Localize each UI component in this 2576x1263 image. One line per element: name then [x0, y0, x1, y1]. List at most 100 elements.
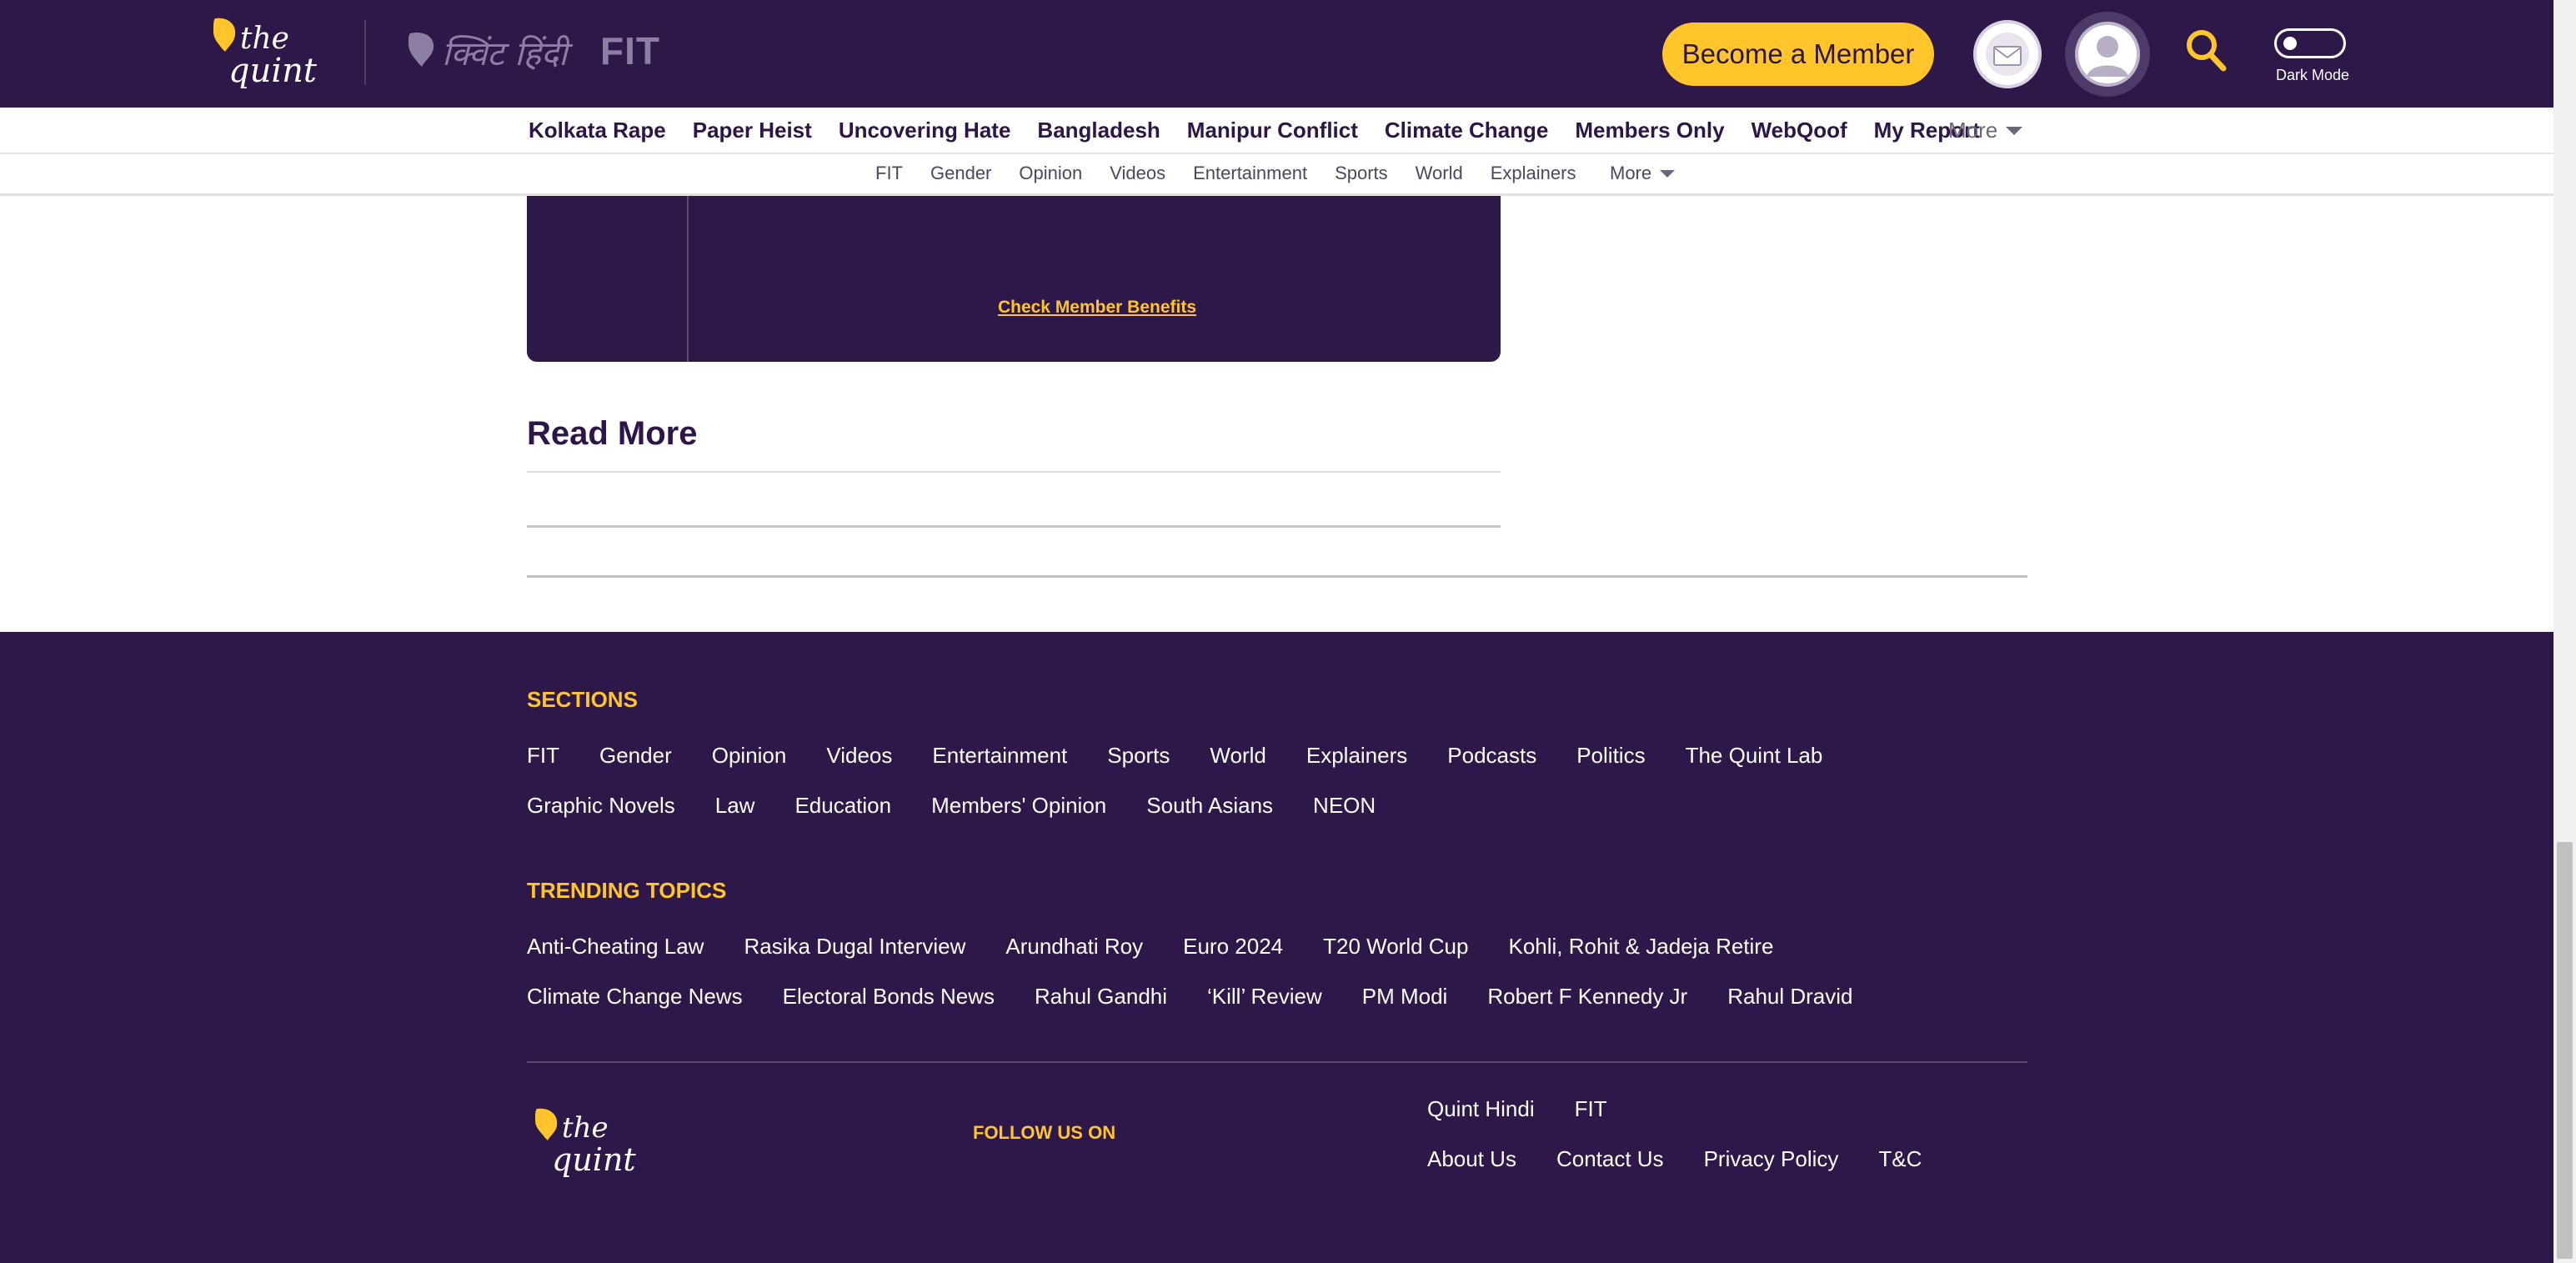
- footer-links-row-2: About Us Contact Us Privacy Policy T&C: [1427, 1146, 1962, 1172]
- trending-topic-link[interactable]: Arundhati Roy: [1005, 934, 1143, 960]
- search-icon: [2187, 30, 2227, 72]
- nav-item-uncovering-hate[interactable]: Uncovering Hate: [839, 118, 1011, 143]
- footer-section-link[interactable]: Opinion: [712, 743, 787, 769]
- footer-the-quint-logo[interactable]: the quint: [534, 1107, 650, 1178]
- svg-text:the: the: [240, 22, 289, 56]
- nav-item-manipur-conflict[interactable]: Manipur Conflict: [1187, 118, 1358, 143]
- footer-link-privacy-policy[interactable]: Privacy Policy: [1704, 1146, 1839, 1172]
- primary-nav: Kolkata Rape Paper Heist Uncovering Hate…: [0, 108, 2553, 154]
- trending-row-1: Anti-Cheating Law Rasika Dugal Interview…: [527, 934, 1813, 960]
- footer-section-link[interactable]: Sports: [1107, 743, 1170, 769]
- fit-logo[interactable]: FIT: [600, 28, 660, 73]
- the-quint-logo[interactable]: the quint: [208, 15, 333, 90]
- trending-topic-link[interactable]: Anti-Cheating Law: [527, 934, 704, 960]
- footer-section-link[interactable]: Entertainment: [932, 743, 1067, 769]
- scrollbar-thumb[interactable]: [2557, 842, 2573, 1259]
- trending-row-2: Climate Change News Electoral Bonds News…: [527, 984, 1893, 1010]
- sections-row-1: FIT Gender Opinion Videos Entertainment …: [527, 743, 1862, 769]
- footer-section-link[interactable]: Videos: [826, 743, 892, 769]
- footer-section-link[interactable]: South Asians: [1146, 793, 1273, 819]
- mail-icon: [1986, 33, 2029, 76]
- subnav-item-opinion[interactable]: Opinion: [1019, 163, 1082, 184]
- footer-divider: [527, 1061, 2027, 1063]
- trending-topic-link[interactable]: Rasika Dugal Interview: [744, 934, 965, 960]
- subnav-item-sports[interactable]: Sports: [1335, 163, 1388, 184]
- secondary-nav-more[interactable]: More: [1610, 163, 1676, 184]
- trending-topic-link[interactable]: Robert F Kennedy Jr: [1487, 984, 1687, 1010]
- footer-section-link[interactable]: Explainers: [1306, 743, 1407, 769]
- nav-item-paper-heist[interactable]: Paper Heist: [693, 118, 812, 143]
- nav-item-climate-change[interactable]: Climate Change: [1385, 118, 1549, 143]
- trending-topic-link[interactable]: ‘Kill’ Review: [1207, 984, 1322, 1010]
- footer-section-link[interactable]: Law: [715, 793, 755, 819]
- hindi-logo-mark-icon: [408, 32, 434, 67]
- footer-section-link[interactable]: Politics: [1576, 743, 1645, 769]
- chevron-down-icon: [2006, 126, 2023, 135]
- secondary-nav: FIT Gender Opinion Videos Entertainment …: [0, 156, 2553, 196]
- member-benefits-link-wrap: Check Member Benefits: [527, 298, 1501, 318]
- subnav-item-explainers[interactable]: Explainers: [1491, 163, 1576, 184]
- primary-nav-more[interactable]: More: [1948, 118, 2023, 143]
- trending-topic-link[interactable]: Electoral Bonds News: [783, 984, 995, 1010]
- toggle-icon: [2283, 37, 2297, 50]
- footer-link-about-us[interactable]: About Us: [1427, 1146, 1516, 1172]
- dark-mode-label: Dark Mode: [2275, 67, 2350, 83]
- footer-section-link[interactable]: World: [1210, 743, 1265, 769]
- trending-topic-link[interactable]: Rahul Gandhi: [1035, 984, 1167, 1010]
- footer-section-link[interactable]: Education: [794, 793, 891, 819]
- dark-mode-toggle[interactable]: [2274, 28, 2346, 58]
- footer-section-link[interactable]: FIT: [527, 743, 559, 769]
- sections-row-2: Graphic Novels Law Education Members' Op…: [527, 793, 1416, 819]
- trending-topics-heading: TRENDING TOPICS: [527, 878, 727, 903]
- trending-topic-link[interactable]: Kohli, Rohit & Jadeja Retire: [1508, 934, 1773, 960]
- footer-section-link[interactable]: NEON: [1313, 793, 1376, 819]
- search-button[interactable]: [2183, 27, 2228, 75]
- footer-section-link[interactable]: Members' Opinion: [931, 793, 1106, 819]
- footer-section-link[interactable]: The Quint Lab: [1686, 743, 1823, 769]
- trending-topic-link[interactable]: Rahul Dravid: [1727, 984, 1852, 1010]
- footer-section-link[interactable]: Podcasts: [1447, 743, 1536, 769]
- footer-link-quint-hindi[interactable]: Quint Hindi: [1427, 1096, 1535, 1122]
- quint-hindi-logo[interactable]: क्विंट हिंदी: [407, 27, 567, 77]
- chevron-down-icon: [1660, 169, 1676, 178]
- sections-heading: SECTIONS: [527, 687, 638, 712]
- footer-link-terms[interactable]: T&C: [1878, 1146, 1922, 1172]
- avatar-icon: [2075, 22, 2140, 87]
- trending-topic-link[interactable]: Euro 2024: [1183, 934, 1283, 960]
- become-member-button[interactable]: Become a Member: [1662, 23, 1934, 86]
- trending-topic-link[interactable]: PM Modi: [1362, 984, 1448, 1010]
- secondary-nav-items: FIT Gender Opinion Videos Entertainment …: [875, 163, 1603, 184]
- footer-section-link[interactable]: Gender: [599, 743, 672, 769]
- nav-item-members-only[interactable]: Members Only: [1575, 118, 1724, 143]
- svg-text:quint: quint: [228, 52, 318, 88]
- newsletter-button[interactable]: [1973, 20, 2042, 88]
- trending-topic-link[interactable]: Climate Change News: [527, 984, 743, 1010]
- primary-nav-more-label: More: [1948, 118, 1998, 143]
- primary-nav-items: Kolkata Rape Paper Heist Uncovering Hate…: [529, 118, 2007, 143]
- footer-links-row-1: Quint Hindi FIT: [1427, 1096, 1647, 1122]
- top-header: the quint क्विंट हिंदी FIT Become a Memb…: [0, 0, 2553, 108]
- svg-text:quint: quint: [552, 1141, 636, 1177]
- subnav-item-gender[interactable]: Gender: [930, 163, 991, 184]
- page-scrollbar[interactable]: [2553, 0, 2576, 1263]
- divider: [527, 575, 2027, 578]
- member-benefits-box: Check Member Benefits: [527, 196, 1501, 362]
- member-box-divider: [687, 196, 689, 362]
- nav-item-bangladesh[interactable]: Bangladesh: [1037, 118, 1160, 143]
- nav-item-webqoof[interactable]: WebQoof: [1752, 118, 1847, 143]
- nav-item-kolkata-rape[interactable]: Kolkata Rape: [529, 118, 666, 143]
- subnav-item-entertainment[interactable]: Entertainment: [1193, 163, 1307, 184]
- subnav-item-videos[interactable]: Videos: [1110, 163, 1165, 184]
- footer-link-fit[interactable]: FIT: [1575, 1096, 1607, 1122]
- profile-button[interactable]: [2065, 12, 2150, 97]
- hindi-logo-text: क्विंट हिंदी: [442, 34, 568, 73]
- footer-link-contact-us[interactable]: Contact Us: [1556, 1146, 1664, 1172]
- subnav-item-world[interactable]: World: [1416, 163, 1463, 184]
- svg-text:the: the: [562, 1111, 609, 1145]
- footer-section-link[interactable]: Graphic Novels: [527, 793, 675, 819]
- subnav-item-fit[interactable]: FIT: [875, 163, 903, 184]
- secondary-nav-more-label: More: [1610, 163, 1652, 183]
- trending-topic-link[interactable]: T20 World Cup: [1323, 934, 1468, 960]
- check-member-benefits-link[interactable]: Check Member Benefits: [998, 298, 1196, 317]
- logo-divider: [364, 20, 366, 85]
